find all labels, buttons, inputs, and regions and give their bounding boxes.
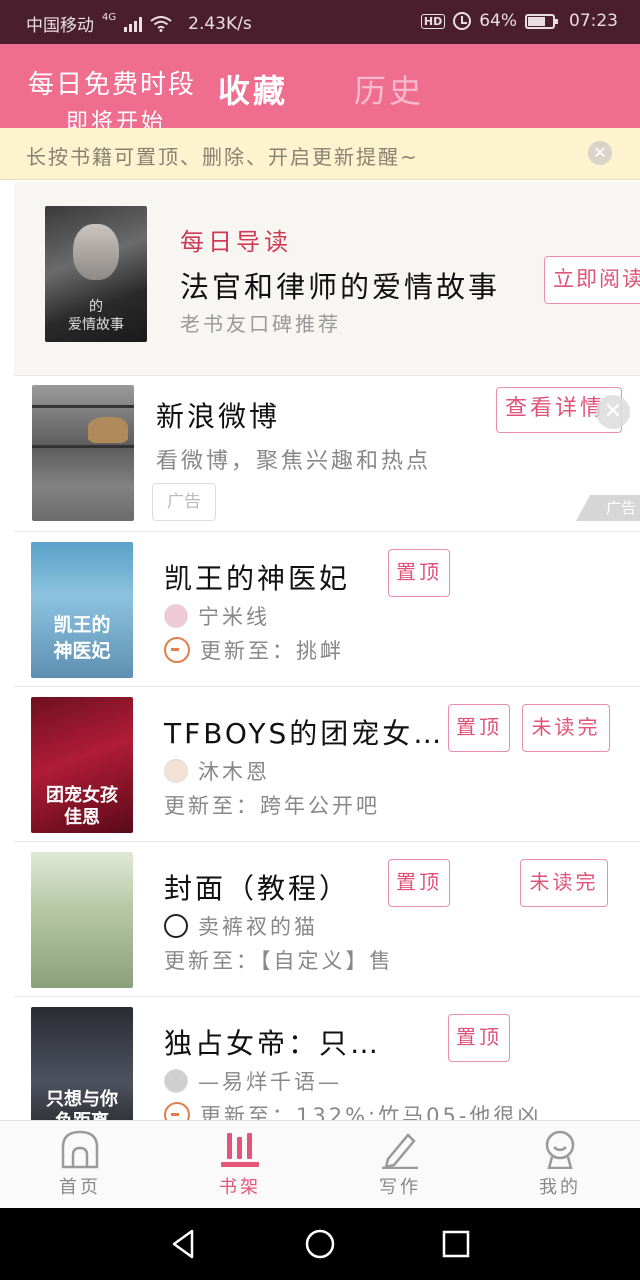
unread-button[interactable]: 未读完 <box>520 859 608 907</box>
system-nav-bar <box>0 1208 640 1280</box>
update-text: 更新至：跨年公开吧 <box>164 794 380 818</box>
update-text: 更新至：132%:竹马05-他很凶 <box>200 1104 542 1120</box>
daily-recommendation[interactable]: 的 爱情故事 每日导读 法官和律师的爱情故事 老书友口碑推荐 立即阅读 <box>14 182 640 376</box>
book-cover[interactable]: 凯王的 神医妃 <box>31 542 133 678</box>
nav-write[interactable]: 写作 <box>350 1121 450 1209</box>
book-author: 卖裤衩的猫 <box>164 911 318 941</box>
tip-close-icon[interactable]: ✕ <box>588 141 612 165</box>
book-cover-text: 凯王的 神医妃 <box>53 614 111 662</box>
author-avatar <box>164 759 188 783</box>
clock-time: 07:23 <box>569 11 618 31</box>
daily-cover-text: 的 爱情故事 <box>68 299 124 333</box>
book-cover[interactable]: 只想与你 负距离 <box>31 1007 133 1120</box>
book-item[interactable]: 封面（教程） 置顶 未读完 卖裤衩的猫 更新至：【自定义】售 <box>14 843 640 997</box>
wifi-icon <box>150 15 172 32</box>
book-update: 更新至：132%:竹马05-他很凶 <box>164 1100 541 1120</box>
book-item[interactable]: 凯王的 神医妃 凯王的神医妃 置顶 宁米线 更新至：挑衅 <box>14 533 640 687</box>
daily-subtitle: 老书友口碑推荐 <box>180 312 341 336</box>
hd-icon: HD <box>420 13 446 29</box>
author-name: 卖裤衩的猫 <box>198 915 318 939</box>
signal-icon <box>124 16 143 32</box>
book-title[interactable]: 封面（教程） <box>164 867 350 907</box>
book-update: 更新至：跨年公开吧 <box>164 790 380 820</box>
battery-icon <box>525 13 558 29</box>
pin-button[interactable]: 置顶 <box>448 704 510 752</box>
app-header: 每日免费时段 即将开始 收藏 历史 <box>0 44 640 135</box>
status-left: 中国移动 4G 2.43K/s <box>26 11 252 36</box>
update-clock-icon <box>164 637 190 663</box>
book-title[interactable]: 凯王的神医妃 <box>164 557 350 597</box>
nav-write-label: 写作 <box>379 1177 421 1198</box>
book-author: 宁米线 <box>164 601 270 631</box>
read-now-button[interactable]: 立即阅读 <box>544 256 640 304</box>
home-icon <box>61 1130 99 1169</box>
network-speed: 2.43K/s <box>188 13 252 34</box>
status-bar: 中国移动 4G 2.43K/s HD 64% 07:23 <box>0 0 640 44</box>
update-clock-icon <box>164 1102 190 1120</box>
battery-percent: 64% <box>479 11 517 31</box>
pin-button[interactable]: 置顶 <box>388 549 450 597</box>
network-type: 4G <box>102 12 117 23</box>
alarm-icon <box>453 12 472 30</box>
daily-book-title[interactable]: 法官和律师的爱情故事 <box>180 264 500 306</box>
book-update: 更新至：挑衅 <box>164 635 344 665</box>
bottom-navigation: 首页 书架 写作 我的 <box>0 1120 640 1208</box>
ad-image[interactable] <box>32 385 134 521</box>
book-author: —易烊千语— <box>164 1066 342 1096</box>
pin-button[interactable]: 置顶 <box>388 859 450 907</box>
tip-text: 长按书籍可置顶、删除、开启更新提醒~ <box>26 145 419 169</box>
nav-bookshelf[interactable]: 书架 <box>190 1121 290 1209</box>
book-cover-text: 团宠女孩 佳恩 <box>46 785 118 828</box>
ad-description: 看微博，聚焦兴趣和热点 <box>156 449 432 474</box>
author-avatar <box>164 914 188 938</box>
carrier-name: 中国移动 <box>26 16 94 36</box>
ad-close-icon[interactable]: ✕ <box>596 395 630 429</box>
book-author: 沐木恩 <box>164 756 270 786</box>
daily-label: 每日导读 <box>180 228 292 256</box>
book-title[interactable]: TFBOYS的团宠女… <box>164 712 444 752</box>
status-right: HD 64% 07:23 <box>420 11 618 31</box>
daily-book-cover[interactable]: 的 爱情故事 <box>45 206 147 342</box>
author-name: —易烊千语— <box>198 1070 342 1094</box>
author-avatar <box>164 1069 188 1093</box>
author-avatar <box>164 604 188 628</box>
tab-history[interactable]: 历史 <box>354 66 424 112</box>
book-item[interactable]: 团宠女孩 佳恩 TFBOYS的团宠女… 置顶 未读完 沐木恩 更新至：跨年公开吧 <box>14 688 640 842</box>
book-update: 更新至：【自定义】售 <box>164 945 394 975</box>
update-text: 更新至：挑衅 <box>200 639 344 663</box>
nav-home[interactable]: 首页 <box>30 1121 130 1209</box>
nav-home-label: 首页 <box>59 1177 101 1198</box>
bookshelf-icon <box>221 1133 259 1167</box>
book-item[interactable]: 只想与你 负距离 独占女帝：只… 置顶 —易烊千语— 更新至：132%:竹马05… <box>14 998 640 1120</box>
nav-bookshelf-label: 书架 <box>219 1177 261 1198</box>
book-cover[interactable]: 团宠女孩 佳恩 <box>31 697 133 833</box>
ad-title[interactable]: 新浪微博 <box>156 395 280 435</box>
unread-button[interactable]: 未读完 <box>522 704 610 752</box>
ad-corner-tag: 广告 <box>576 495 640 521</box>
nav-profile-label: 我的 <box>539 1177 581 1198</box>
book-cover-text: 只想与你 负距离 <box>46 1089 118 1120</box>
author-name: 沐木恩 <box>198 760 270 784</box>
tip-banner: 长按书籍可置顶、删除、开启更新提醒~ <box>0 128 640 180</box>
nav-profile[interactable]: 我的 <box>510 1121 610 1209</box>
bookshelf-screen: 中国移动 4G 2.43K/s HD 64% 07:23 每日免费时段 即将开始… <box>0 0 640 1280</box>
back-icon[interactable] <box>166 1226 202 1262</box>
pencil-icon <box>382 1133 418 1169</box>
ad-badge: 广告 <box>152 483 216 521</box>
profile-icon <box>545 1130 575 1169</box>
update-text: 更新至：【自定义】售 <box>164 949 394 973</box>
home-button-icon[interactable] <box>302 1226 338 1262</box>
book-title[interactable]: 独占女帝：只… <box>164 1022 381 1062</box>
free-time-promo-line1[interactable]: 每日免费时段 <box>28 64 196 101</box>
ad-card[interactable]: 新浪微博 看微博，聚焦兴趣和热点 广告 查看详情 ✕ 广告 <box>14 377 640 532</box>
book-cover[interactable] <box>31 852 133 988</box>
author-name: 宁米线 <box>198 605 270 629</box>
pin-button[interactable]: 置顶 <box>448 1014 510 1062</box>
tab-favorites[interactable]: 收藏 <box>218 66 288 112</box>
recents-icon[interactable] <box>438 1226 474 1262</box>
